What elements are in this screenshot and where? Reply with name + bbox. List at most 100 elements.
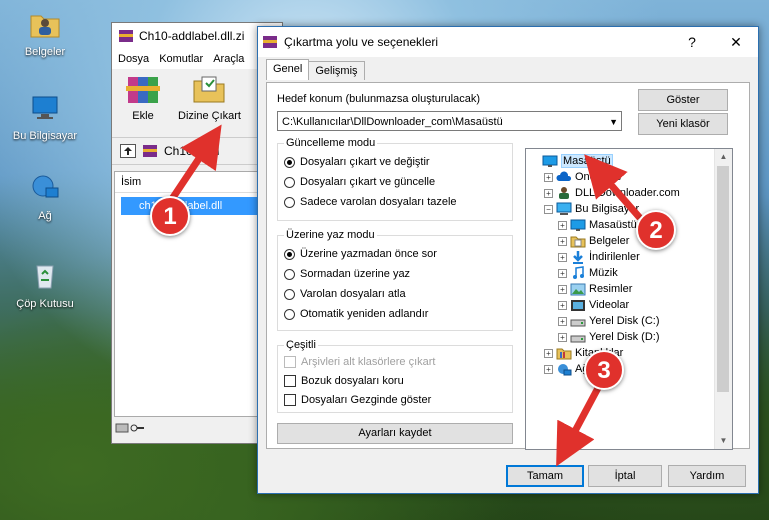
tree-node[interactable]: + Müzik — [558, 265, 618, 281]
column-header-name[interactable]: İsim — [115, 172, 275, 193]
ok-button[interactable]: Tamam — [506, 465, 584, 487]
network-icon — [32, 175, 59, 198]
tree-node[interactable]: Masaüstü — [530, 153, 613, 169]
tree-node[interactable]: + Yerel Disk (D:) — [558, 329, 660, 345]
dialog-title: Çıkartma yolu ve seçenekleri — [284, 35, 439, 49]
show-button[interactable]: Göster — [638, 89, 728, 111]
expand-icon[interactable]: + — [558, 236, 567, 246]
winrar-app-icon — [119, 30, 133, 42]
tab-genel[interactable]: Genel — [266, 59, 310, 80]
dialog-titlebar[interactable]: Çıkartma yolu ve seçenekleri ? ✕ — [258, 27, 758, 57]
tab-gelismis[interactable]: Gelişmiş — [308, 61, 365, 80]
expand-icon[interactable]: + — [558, 316, 567, 326]
tree-node[interactable]: + Belgeler — [558, 233, 629, 249]
update-option-extract-update[interactable]: Dosyaları çıkart ve güncelle — [284, 176, 435, 188]
extract-to-button[interactable]: Dizine Çıkart — [178, 73, 241, 133]
tree-node[interactable]: + OneDrive — [544, 169, 621, 185]
expand-icon[interactable]: + — [558, 332, 567, 342]
tree-node[interactable]: + İndirilenler — [558, 249, 640, 265]
cancel-button[interactable]: İptal — [588, 465, 662, 487]
menu-dosya[interactable]: Dosya — [118, 53, 149, 65]
misc-group: Çeşitli Arşivleri alt klasörlere çıkart … — [277, 339, 513, 413]
help-button[interactable]: Yardım — [668, 465, 746, 487]
selected-file-row[interactable]: ch10-addlabel.dll — [121, 197, 259, 215]
chevron-down-icon[interactable]: ▼ — [609, 112, 618, 132]
overwrite-option-no-prompt[interactable]: Sormadan üzerine yaz — [284, 268, 410, 280]
up-folder-icon[interactable] — [120, 144, 136, 158]
misc-option-show-in-explorer[interactable]: Dosyaları Gezginde göster — [284, 394, 431, 406]
radio-button[interactable] — [284, 248, 295, 260]
user-folder-icon — [559, 187, 569, 199]
desktop-icon-belgeler[interactable]: Belgeler — [5, 8, 85, 58]
overwrite-option-rename[interactable]: Otomatik yeniden adlandır — [284, 308, 428, 320]
checkbox[interactable] — [284, 394, 296, 406]
downloads-folder-icon — [573, 251, 583, 264]
option-label: Varolan dosyaları atla — [300, 288, 406, 300]
overwrite-option-skip[interactable]: Varolan dosyaları atla — [284, 288, 406, 300]
menu-komutlar[interactable]: Komutlar — [159, 53, 203, 65]
expand-icon[interactable]: + — [544, 172, 553, 182]
misc-title: Çeşitli — [284, 339, 318, 351]
scroll-down-icon[interactable]: ▼ — [715, 433, 732, 449]
winrar-app-icon — [263, 36, 277, 48]
close-icon[interactable]: ✕ — [714, 27, 758, 57]
network-icon — [558, 364, 572, 376]
menu-araclar[interactable]: Araçla — [213, 53, 244, 65]
add-button[interactable]: Ekle — [122, 73, 164, 133]
scroll-up-icon[interactable]: ▲ — [715, 149, 732, 165]
tree-node[interactable]: + Masaüstü — [558, 217, 637, 233]
status-drive-key-icon — [115, 423, 144, 433]
tree-node[interactable]: + Videolar — [558, 297, 629, 313]
overwrite-mode-group: Üzerine yaz modu Üzerine yazmadan önce s… — [277, 229, 513, 331]
radio-button[interactable] — [284, 176, 295, 188]
tree-node[interactable]: + Ağ — [544, 361, 588, 377]
destination-path-combobox[interactable]: C:\Kullanıcılar\DllDownloader_com\Masaüs… — [277, 111, 622, 131]
radio-button[interactable] — [284, 308, 295, 320]
expand-icon[interactable]: + — [558, 300, 567, 310]
tree-node-label: OneDrive — [575, 171, 622, 183]
expand-icon[interactable]: + — [544, 188, 553, 198]
tree-node-label: Masaüstü — [589, 219, 637, 231]
misc-option-keep-broken[interactable]: Bozuk dosyaları koru — [284, 375, 404, 387]
save-settings-button[interactable]: Ayarları kaydet — [277, 423, 513, 444]
archive-icon — [143, 145, 157, 157]
checkbox[interactable] — [284, 375, 296, 387]
expand-icon[interactable]: + — [558, 268, 567, 278]
desktop-background: Belgeler Bu Bilgisayar Ağ Çöp Kutusu Ch1… — [0, 0, 769, 520]
radio-button[interactable] — [284, 196, 295, 208]
recycle-bin-icon — [36, 265, 54, 289]
tree-node[interactable]: + DLL Downloader.com — [544, 185, 680, 201]
expand-icon[interactable]: + — [558, 252, 567, 262]
archive-books-icon — [126, 77, 160, 103]
expand-icon[interactable]: + — [544, 364, 553, 374]
scroll-thumb[interactable] — [717, 166, 729, 392]
winrar-title: Ch10-addlabel.dll.zi — [139, 29, 245, 43]
overwrite-option-ask[interactable]: Üzerine yazmadan önce sor — [284, 248, 437, 260]
collapse-icon[interactable]: − — [544, 204, 553, 214]
tree-node[interactable]: + Yerel Disk (C:) — [558, 313, 660, 329]
destination-path-value: C:\Kullanıcılar\DllDownloader_com\Masaüs… — [282, 116, 503, 128]
documents-folder-icon — [570, 236, 586, 248]
radio-button[interactable] — [284, 156, 295, 168]
tree-node[interactable]: − Bu Bilgisayar — [544, 201, 639, 217]
pictures-folder-icon — [570, 283, 586, 296]
tree-node-label: DLL Downloader.com — [575, 187, 680, 199]
radio-button[interactable] — [284, 288, 295, 300]
tree-scrollbar[interactable]: ▲ ▼ — [714, 149, 732, 449]
update-option-extract-replace[interactable]: Dosyaları çıkart ve değiştir — [284, 156, 430, 168]
desktop-icon-ag[interactable]: Ağ — [5, 172, 85, 222]
desktop-icon-bu-bilgisayar[interactable]: Bu Bilgisayar — [5, 92, 85, 142]
new-folder-button[interactable]: Yeni klasör — [638, 113, 728, 135]
option-label: Sadece varolan dosyaları tazele — [300, 196, 457, 208]
tree-node[interactable]: + Resimler — [558, 281, 632, 297]
expand-icon[interactable]: + — [558, 220, 567, 230]
add-button-label: Ekle — [132, 110, 154, 122]
winrar-file-list[interactable]: İsim ch10-addlabel.dll — [114, 171, 276, 417]
expand-icon[interactable]: + — [544, 348, 553, 358]
update-option-fresh-existing[interactable]: Sadece varolan dosyaları tazele — [284, 196, 457, 208]
help-title-button[interactable]: ? — [670, 27, 714, 57]
radio-button[interactable] — [284, 268, 295, 280]
desktop-icon-cop-kutusu[interactable]: Çöp Kutusu — [5, 260, 85, 310]
folder-tree[interactable]: Masaüstü + OneDrive + DLL Downloader.com − Bu … — [525, 148, 733, 450]
expand-icon[interactable]: + — [558, 284, 567, 294]
